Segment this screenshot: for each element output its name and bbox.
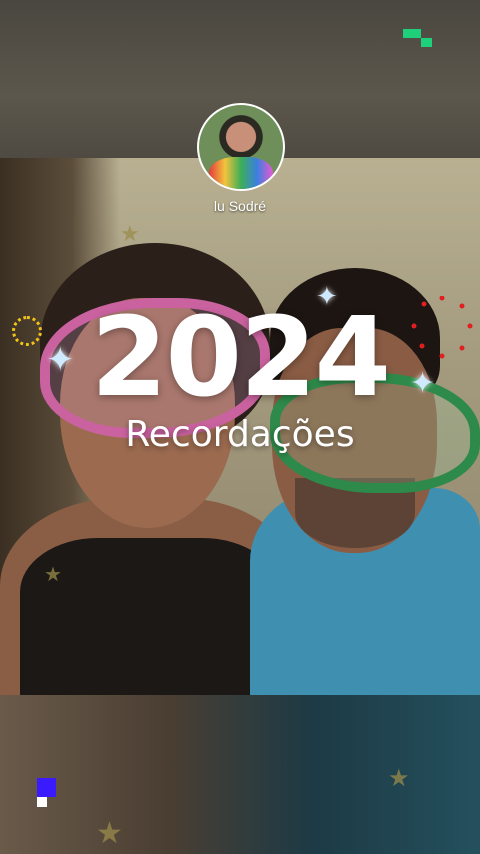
star-icon: ★	[388, 764, 410, 792]
blue-pixel-decoration	[37, 778, 56, 797]
star-icon: ★	[96, 816, 123, 851]
username-label[interactable]: lu Sodré	[0, 198, 480, 214]
red-dot	[439, 296, 445, 301]
white-pixel-decoration	[37, 797, 47, 807]
memories-subtitle: Recordações	[125, 414, 355, 455]
avatar-shirt	[209, 157, 273, 189]
green-pixel-decoration	[403, 29, 421, 38]
star-icon: ★	[120, 222, 140, 247]
star-icon: ★	[44, 562, 62, 586]
green-pixel-decoration	[421, 38, 432, 47]
year-title: 2024	[90, 293, 391, 421]
profile-avatar[interactable]	[197, 103, 285, 191]
